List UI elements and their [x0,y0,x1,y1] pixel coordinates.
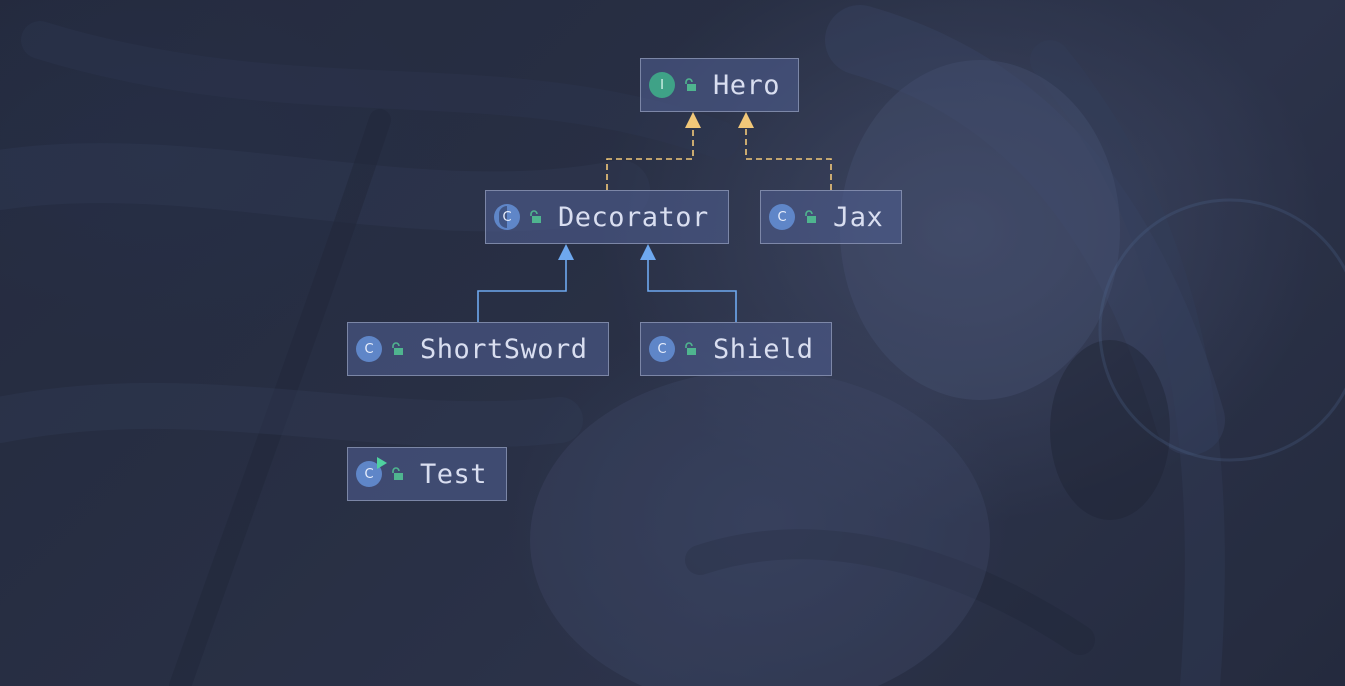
node-label: Test [420,458,488,490]
decorator-abstract-class-node[interactable]: C Decorator [485,190,729,244]
class-icon: C [356,336,382,362]
node-label: Decorator [558,201,709,233]
interface-icon: I [649,72,675,98]
badge-letter: C [364,466,374,482]
arrowhead-icon [558,244,574,260]
class-icon: C [649,336,675,362]
jax-class-node[interactable]: C Jax [760,190,902,244]
extends-edge-shortsword-to-decorator [477,258,567,322]
unlocked-padlock-icon [392,342,403,355]
extends-edge-shield-to-decorator [647,258,737,322]
node-label: Hero [713,69,781,101]
arrowhead-icon [738,112,754,128]
arrowhead-icon [640,244,656,260]
implements-edge-decorator-to-hero [606,126,694,190]
implements-edge-jax-to-hero [745,126,832,190]
unlocked-padlock-icon [392,467,403,480]
shield-class-node[interactable]: C Shield [640,322,832,376]
unlocked-padlock-icon [685,78,696,91]
shortsword-class-node[interactable]: C ShortSword [347,322,609,376]
unlocked-padlock-icon [530,210,541,223]
unlocked-padlock-icon [685,342,696,355]
run-triangle-icon [377,457,387,469]
node-label: ShortSword [420,333,588,365]
badge-letter: C [502,209,512,225]
unlocked-padlock-icon [805,210,816,223]
test-class-node[interactable]: C Test [347,447,507,501]
abstract-class-icon: C [494,204,520,230]
runnable-class-icon: C [356,457,387,487]
node-label: Jax [833,201,884,233]
hero-interface-node[interactable]: I Hero [640,58,799,112]
node-label: Shield [713,333,814,365]
arrowhead-icon [685,112,701,128]
class-icon: C [769,204,795,230]
